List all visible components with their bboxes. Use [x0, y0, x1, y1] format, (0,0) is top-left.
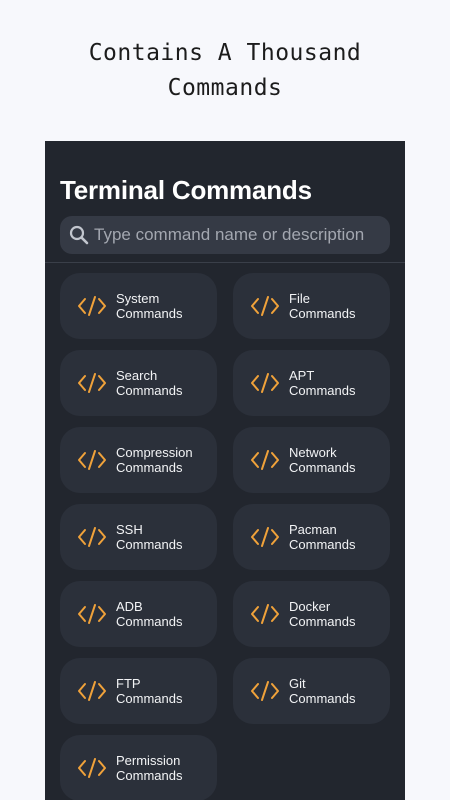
category-card-permission[interactable]: Permission Commands [60, 735, 217, 800]
category-card-apt[interactable]: APT Commands [233, 350, 390, 416]
code-icon [250, 603, 280, 625]
code-icon [77, 372, 107, 394]
header-divider [45, 262, 405, 263]
search-input[interactable] [94, 216, 390, 254]
search-icon [64, 216, 94, 254]
category-label: Compression Commands [116, 445, 193, 475]
category-card-pacman[interactable]: Pacman Commands [233, 504, 390, 570]
app-title: Terminal Commands [60, 175, 312, 205]
category-grid: System Commands File Commands Search Comman… [60, 273, 390, 800]
category-label: SSH Commands [116, 522, 183, 552]
category-label: Permission Commands [116, 753, 183, 783]
code-icon [77, 680, 107, 702]
code-icon [250, 295, 280, 317]
code-icon [250, 372, 280, 394]
promo-headline-line-1: Contains A Thousand [88, 40, 362, 66]
category-label: APT Commands [289, 368, 356, 398]
category-label: Pacman Commands [289, 522, 356, 552]
category-card-search[interactable]: Search Commands [60, 350, 217, 416]
category-card-ssh[interactable]: SSH Commands [60, 504, 217, 570]
code-icon [250, 449, 280, 471]
category-label: File Commands [289, 291, 356, 321]
category-label: Network Commands [289, 445, 356, 475]
category-card-docker[interactable]: Docker Commands [233, 581, 390, 647]
code-icon [250, 680, 280, 702]
category-card-network[interactable]: Network Commands [233, 427, 390, 493]
code-icon [77, 449, 107, 471]
category-label: FTP Commands [116, 676, 183, 706]
category-label: System Commands [116, 291, 183, 321]
category-card-compression[interactable]: Compression Commands [60, 427, 217, 493]
code-icon [77, 295, 107, 317]
category-label: Search Commands [116, 368, 183, 398]
search-bar[interactable] [60, 216, 390, 254]
promo-headline-line-2: Commands [167, 75, 283, 101]
code-icon [77, 757, 107, 779]
category-label: Git Commands [289, 676, 356, 706]
code-icon [77, 526, 107, 548]
promo-headline: Contains A Thousand Commands [0, 36, 450, 106]
category-label: ADB Commands [116, 599, 183, 629]
code-icon [77, 603, 107, 625]
category-card-file[interactable]: File Commands [233, 273, 390, 339]
category-card-adb[interactable]: ADB Commands [60, 581, 217, 647]
category-card-ftp[interactable]: FTP Commands [60, 658, 217, 724]
app-screen: Terminal Commands SystemCommands FileCom [45, 141, 405, 800]
category-label: Docker Commands [289, 599, 356, 629]
category-card-system[interactable]: System Commands [60, 273, 217, 339]
code-icon [250, 526, 280, 548]
category-card-git[interactable]: Git Commands [233, 658, 390, 724]
